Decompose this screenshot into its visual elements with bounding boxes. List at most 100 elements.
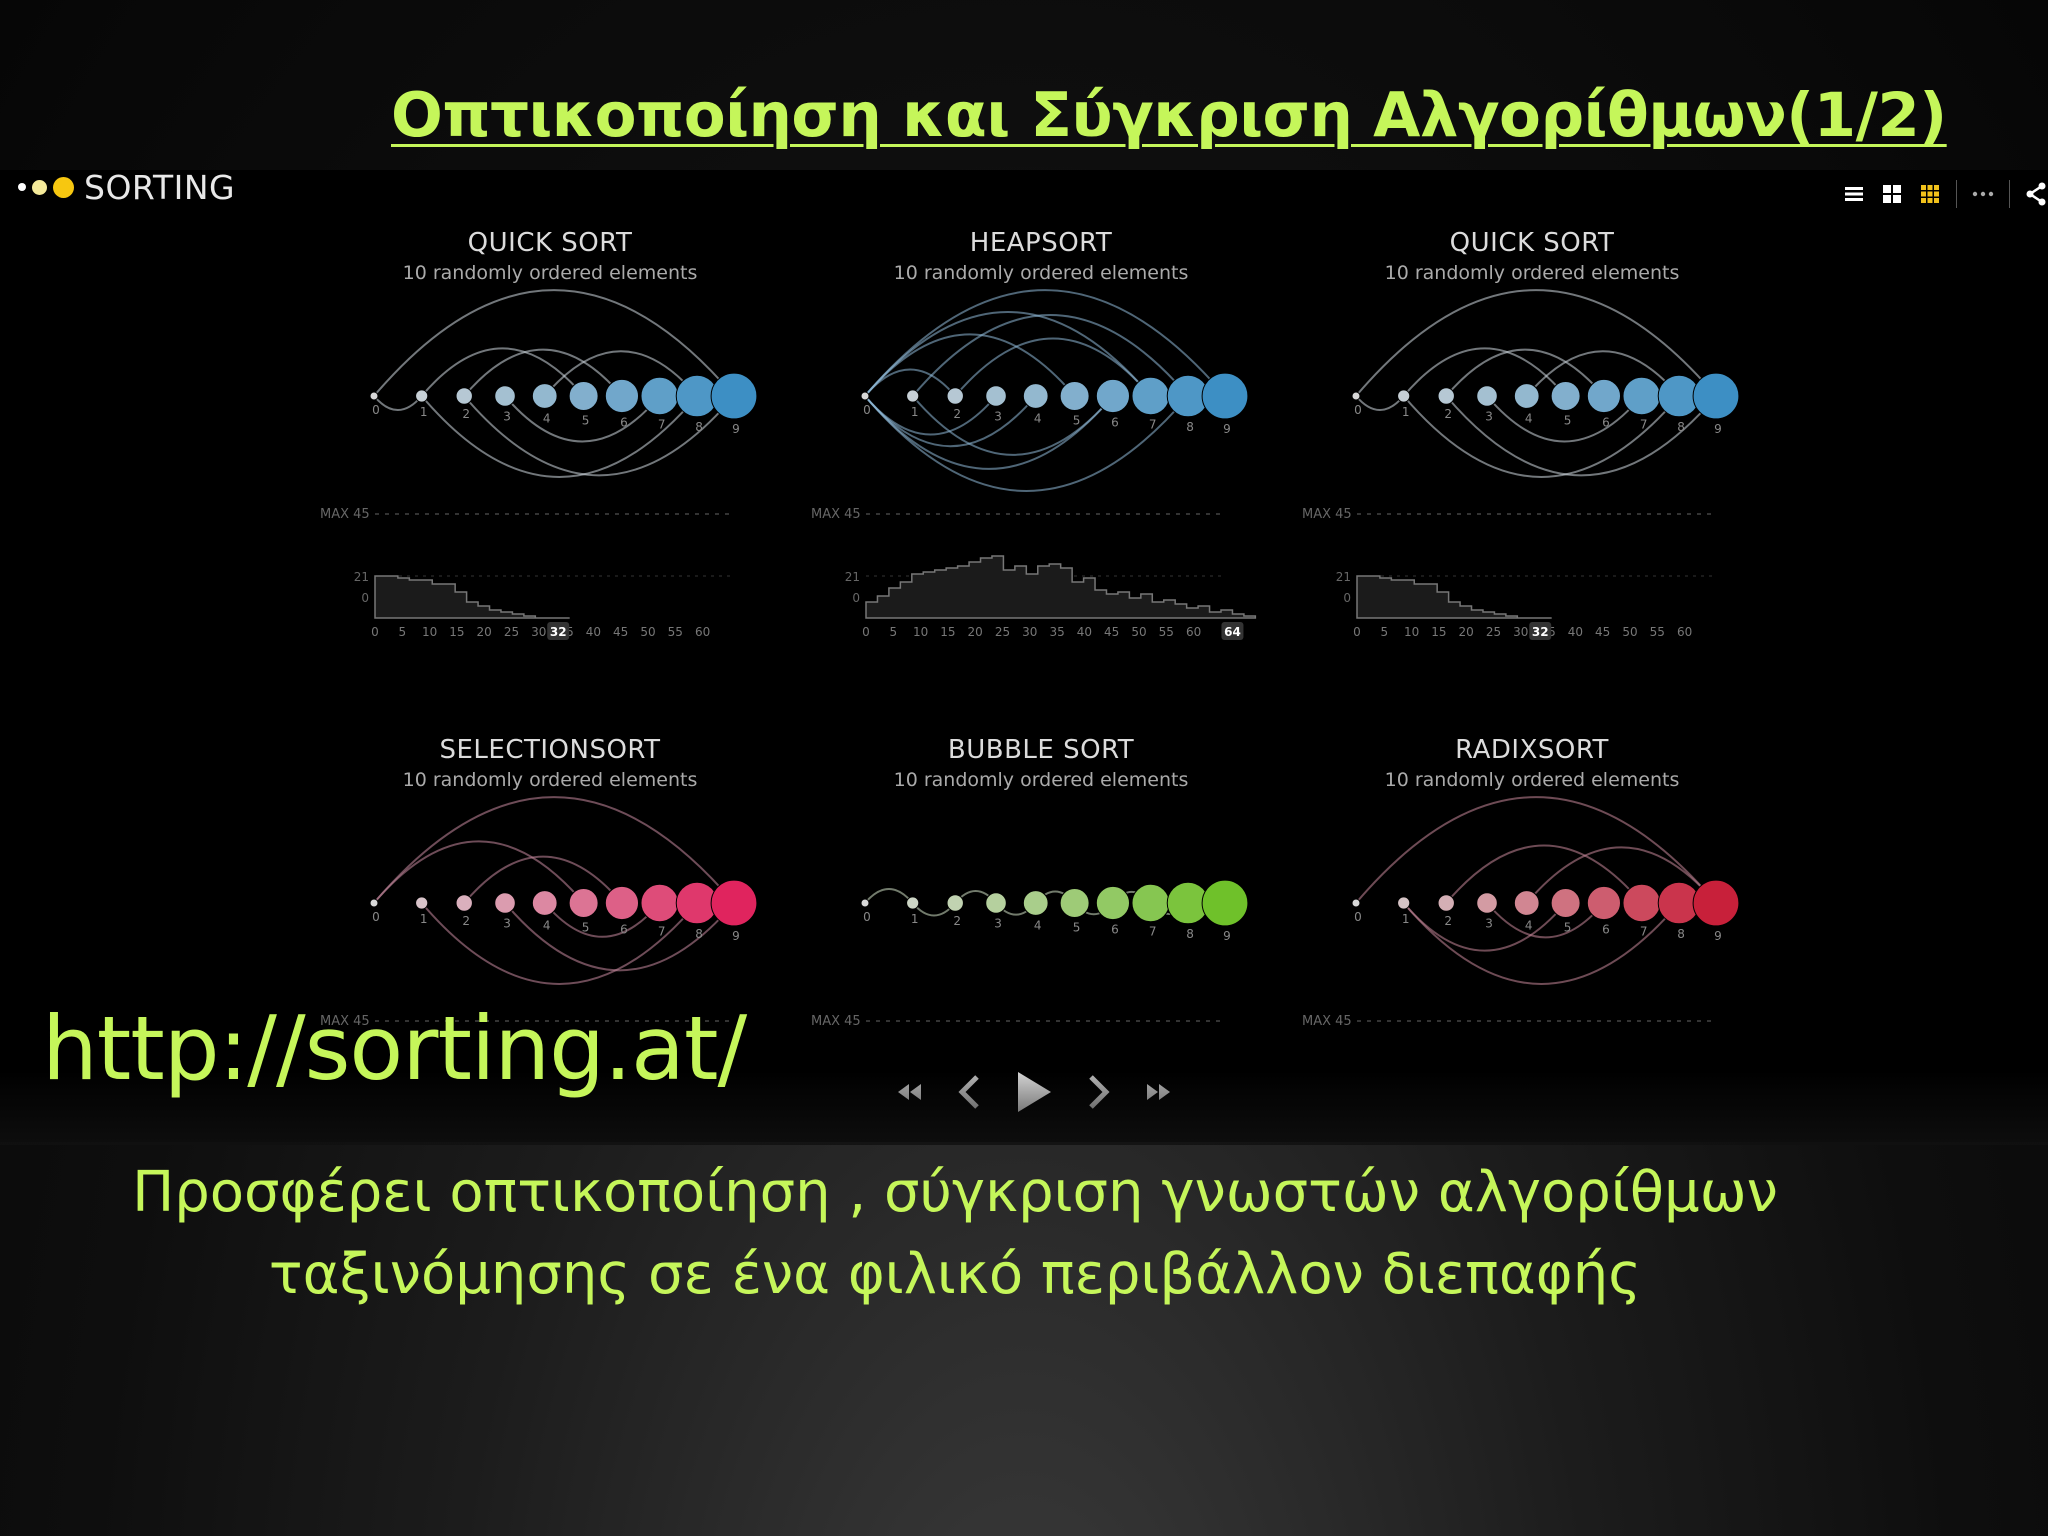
- node-label: 0: [863, 403, 871, 417]
- current-step-label: 64: [1224, 625, 1241, 639]
- node-label: 2: [953, 407, 961, 421]
- logo-dot-medium-icon: [32, 179, 47, 195]
- step-chart: [865, 555, 1257, 619]
- list-view-icon[interactable]: [1842, 182, 1866, 206]
- element-node: [1201, 372, 1249, 420]
- logo-dot-small-icon: [18, 183, 26, 191]
- arc-link: [1355, 289, 1717, 397]
- node-label: 5: [1564, 921, 1572, 935]
- node-label: 7: [1640, 925, 1648, 939]
- node-label: 4: [1034, 918, 1042, 932]
- grid-2-icon[interactable]: [1880, 182, 1904, 206]
- element-node: [1059, 381, 1090, 411]
- element-node: [1437, 387, 1455, 405]
- node-label: 9: [1223, 422, 1231, 436]
- chart-x-tick: 50: [640, 625, 655, 639]
- panel-graphic: 0123456789MAX 45210051015202530354045505…: [811, 289, 1257, 640]
- node-label: 1: [911, 405, 919, 419]
- element-node: [946, 894, 964, 912]
- chart-x-tick: 60: [695, 625, 710, 639]
- chart-x-tick: 15: [1431, 625, 1446, 639]
- panel-heapsort[interactable]: HEAPSORT 10 randomly ordered elements 01…: [811, 228, 1271, 698]
- chart-x-tick: 10: [1404, 625, 1419, 639]
- node-label: 5: [1073, 921, 1081, 935]
- element-node: [494, 892, 516, 914]
- toolbar-divider: [2009, 180, 2010, 208]
- element-node: [1622, 376, 1661, 416]
- element-node: [985, 385, 1007, 407]
- element-node: [710, 372, 758, 420]
- chart-x-tick: 40: [586, 625, 601, 639]
- node-label: 8: [1186, 420, 1194, 434]
- chart-x-tick: 15: [940, 625, 955, 639]
- chart-x-tick: 15: [449, 625, 464, 639]
- panel-graphic: 0123456789MAX 45210051015202530354045505…: [320, 289, 758, 640]
- chart-x-tick: 20: [477, 625, 492, 639]
- chart-x-tick: 0: [862, 625, 870, 639]
- node-label: 5: [582, 414, 590, 428]
- element-node: [1095, 378, 1131, 414]
- chart-max-label: MAX 45: [811, 1014, 861, 1029]
- node-label: 5: [1564, 414, 1572, 428]
- step-chart: [374, 575, 570, 619]
- element-node: [1476, 385, 1498, 407]
- element-node: [1351, 391, 1361, 401]
- node-label: 7: [1149, 925, 1157, 939]
- node-label: 5: [1073, 414, 1081, 428]
- node-label: 2: [953, 914, 961, 928]
- chart-x-tick: 60: [1186, 625, 1201, 639]
- element-node: [1437, 894, 1455, 912]
- arc-link: [864, 888, 914, 904]
- node-label: 3: [994, 409, 1002, 423]
- site-url: http://sorting.at/: [42, 997, 747, 1100]
- arc-link: [373, 289, 735, 397]
- more-icon[interactable]: [1971, 182, 1995, 206]
- node-label: 9: [732, 422, 740, 436]
- chart-y-tick: 0: [361, 591, 369, 605]
- current-step-label: 32: [1532, 625, 1549, 639]
- node-label: 2: [1444, 914, 1452, 928]
- panel-quick-sort[interactable]: QUICK SORT 10 randomly ordered elements …: [320, 228, 780, 698]
- element-node: [604, 378, 640, 414]
- chart-x-tick: 0: [1353, 625, 1361, 639]
- chart-x-tick: 45: [613, 625, 628, 639]
- arc-link: [1355, 395, 1405, 411]
- node-label: 8: [1186, 927, 1194, 941]
- node-label: 0: [1354, 403, 1362, 417]
- node-label: 4: [1034, 411, 1042, 425]
- node-label: 1: [1402, 912, 1410, 926]
- node-label: 3: [503, 409, 511, 423]
- grid-3-icon[interactable]: [1918, 182, 1942, 206]
- node-label: 6: [1111, 923, 1119, 937]
- node-label: 1: [1402, 405, 1410, 419]
- current-step-label: 32: [550, 625, 567, 639]
- chart-x-tick: 50: [1131, 625, 1146, 639]
- element-node: [985, 892, 1007, 914]
- element-node: [1095, 885, 1131, 921]
- element-node: [568, 888, 599, 918]
- app-logo[interactable]: SORTING: [18, 167, 236, 207]
- chart-x-tick: 10: [913, 625, 928, 639]
- element-node: [1022, 890, 1049, 916]
- element-node: [455, 387, 473, 405]
- chart-x-tick: 40: [1568, 625, 1583, 639]
- panel-quick-sort-2[interactable]: QUICK SORT 10 randomly ordered elements …: [1302, 228, 1762, 698]
- node-label: 8: [1677, 927, 1685, 941]
- chart-x-tick: 45: [1104, 625, 1119, 639]
- node-label: 6: [1602, 923, 1610, 937]
- chart-x-tick: 35: [1049, 625, 1064, 639]
- chart-x-tick: 55: [1650, 625, 1665, 639]
- node-label: 1: [911, 912, 919, 926]
- node-label: 8: [695, 927, 703, 941]
- element-node: [1476, 892, 1498, 914]
- element-node: [860, 391, 870, 401]
- logo-dot-large-icon: [53, 176, 74, 198]
- element-node: [1586, 378, 1622, 414]
- element-node: [906, 389, 920, 403]
- share-icon[interactable]: [2024, 182, 2048, 206]
- chart-x-tick: 5: [1380, 625, 1388, 639]
- element-node: [1550, 888, 1581, 918]
- element-node: [455, 894, 473, 912]
- chart-y-tick: 0: [1343, 591, 1351, 605]
- app-name: SORTING: [84, 167, 236, 207]
